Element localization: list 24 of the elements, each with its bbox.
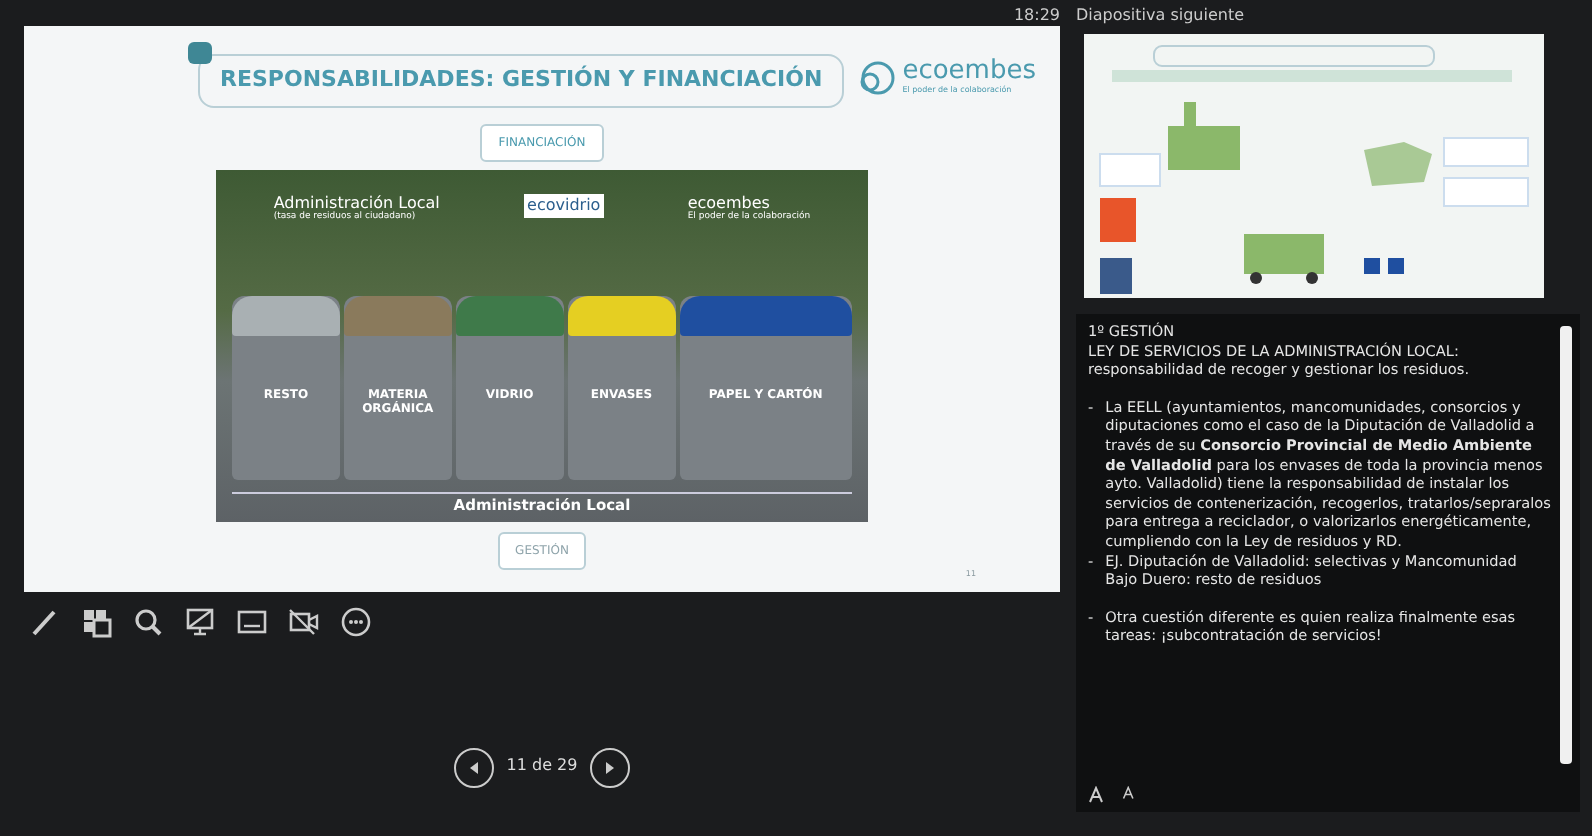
more-options-icon[interactable] — [340, 606, 372, 638]
slides-grid-icon[interactable] — [80, 606, 112, 638]
admin-label: Administración Local — [273, 193, 440, 211]
scrollbar[interactable] — [1560, 326, 1572, 764]
next-slide-label: Diapositiva siguiente — [1076, 6, 1246, 26]
triangle-left-icon — [466, 760, 483, 776]
zoom-in-icon[interactable] — [1088, 786, 1106, 804]
pen-icon[interactable] — [28, 606, 60, 638]
search-icon[interactable] — [132, 606, 164, 638]
next-slide-button[interactable] — [589, 748, 630, 788]
brand-label: ecoembes — [687, 193, 770, 211]
monitor-icon[interactable] — [184, 606, 216, 638]
zoom-out-icon[interactable] — [1122, 786, 1136, 800]
clock-time: 18:29 — [1011, 6, 1060, 26]
previous-slide-button[interactable] — [454, 748, 495, 788]
slide-counter: 11 de 29 — [506, 754, 578, 778]
next-slide-thumbnail-drawing[interactable] — [1084, 34, 1544, 298]
logo-icon — [856, 59, 897, 95]
triangle-right-icon — [601, 760, 618, 776]
brand-label: ecovidrio — [523, 193, 605, 217]
subtitles-icon[interactable] — [236, 606, 268, 638]
title-tab-marker — [188, 42, 212, 64]
camera-off-icon[interactable] — [288, 606, 320, 638]
logo-name: ecoembes — [902, 58, 1036, 84]
